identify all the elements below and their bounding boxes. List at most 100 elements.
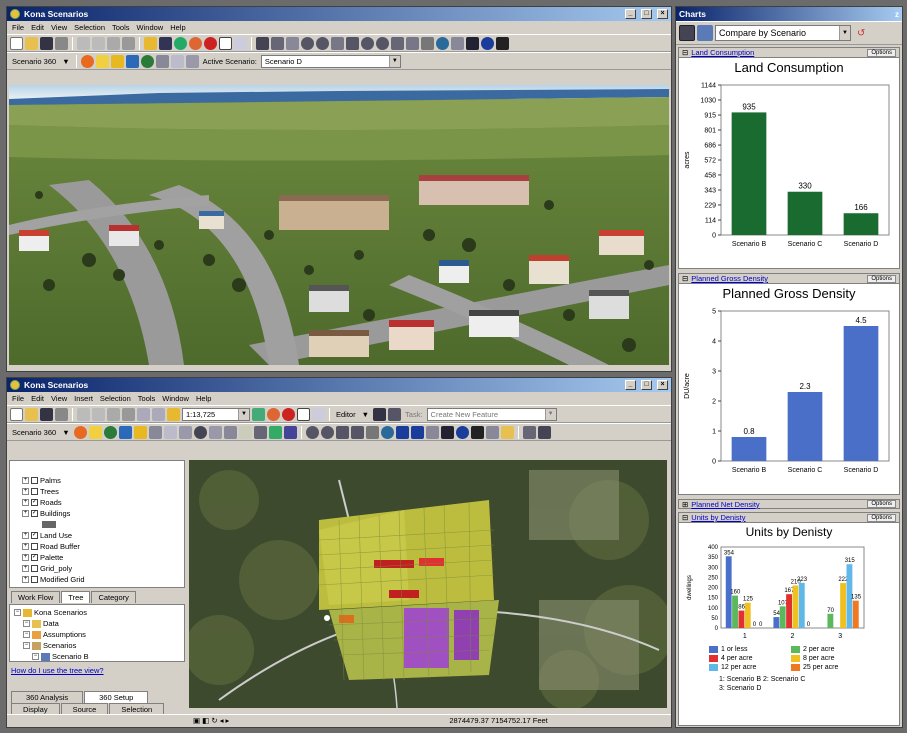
expand-icon[interactable]: + [22, 576, 29, 583]
measure-icon[interactable] [485, 425, 499, 439]
bar[interactable] [787, 191, 823, 235]
hand-icon[interactable] [421, 36, 434, 50]
identify-icon[interactable] [455, 425, 469, 439]
layer-item[interactable]: + Modified Grid [14, 574, 184, 585]
report-icon[interactable] [170, 54, 184, 68]
net-density-header[interactable]: ⊞ Planned Net Density Options [678, 499, 900, 509]
pan-icon[interactable] [365, 425, 379, 439]
expand-icon[interactable]: + [22, 543, 29, 550]
scene-icon[interactable] [159, 36, 172, 50]
close-button[interactable]: × [657, 380, 668, 390]
back-icon[interactable] [395, 425, 409, 439]
editor-toolbar-icon[interactable] [252, 407, 265, 421]
layer-item[interactable]: + Palms [14, 475, 184, 486]
center-icon[interactable] [286, 36, 299, 50]
bar[interactable] [779, 606, 786, 628]
map-marker[interactable] [324, 615, 330, 621]
task-combo[interactable]: Create New Feature ▼ [426, 407, 557, 421]
expand-icon[interactable]: − [23, 642, 30, 649]
paste-icon[interactable] [107, 407, 120, 421]
new-icon[interactable] [10, 407, 23, 421]
open-icon[interactable] [25, 407, 38, 421]
chart-1-section-label[interactable]: Land Consumption [691, 48, 754, 57]
add-data-icon[interactable] [167, 407, 180, 421]
expand-icon[interactable]: + [22, 477, 29, 484]
bar[interactable] [731, 437, 767, 461]
pointer-icon[interactable] [537, 425, 551, 439]
scenario-tree-item[interactable]: − Scenario B [14, 651, 184, 661]
menu-window[interactable]: Window [162, 394, 189, 403]
menu-insert[interactable]: Insert [74, 394, 93, 403]
layer-checkbox[interactable] [31, 488, 38, 495]
tab-360-analysis[interactable]: 360 Analysis [11, 691, 84, 703]
tab-360-setup[interactable]: 360 Setup [84, 691, 149, 703]
triangle-icon[interactable] [155, 54, 169, 68]
bulb-icon[interactable] [88, 425, 102, 439]
save-icon[interactable] [40, 407, 53, 421]
sun-icon[interactable] [80, 54, 94, 68]
bar[interactable] [843, 213, 879, 235]
sun-icon[interactable] [73, 425, 87, 439]
find-icon[interactable] [470, 425, 484, 439]
layer-checkbox[interactable]: ✓ [31, 532, 38, 539]
globe-icon[interactable] [174, 36, 187, 50]
full-extent-icon[interactable] [346, 36, 359, 50]
window-icon[interactable] [297, 407, 310, 421]
menu-edit[interactable]: Edit [31, 23, 44, 32]
menu-file[interactable]: File [12, 394, 24, 403]
copy-icon[interactable] [92, 407, 105, 421]
scenario-tree-item[interactable]: − Data [14, 618, 184, 629]
fixed-zoom-out-icon[interactable] [350, 425, 364, 439]
help-icon[interactable] [234, 36, 247, 50]
menu-help[interactable]: Help [170, 23, 185, 32]
expand-icon[interactable]: − [32, 653, 39, 660]
select-arrow-icon[interactable] [466, 36, 479, 50]
expand-icon[interactable]: + [22, 488, 29, 495]
editor-menu[interactable]: Editor [334, 410, 358, 419]
bar[interactable] [738, 610, 745, 628]
tab-category[interactable]: Category [91, 591, 136, 603]
chart-3-header[interactable]: ⊟ Units by Denisty Options [679, 513, 899, 523]
layer-checkbox[interactable]: ✓ [31, 510, 38, 517]
layer-item[interactable]: + ✓ Palette [14, 552, 184, 563]
chart-help-icon[interactable] [697, 25, 713, 41]
chart-3-section-label[interactable]: Units by Denisty [691, 513, 745, 522]
bar[interactable] [773, 617, 780, 628]
delete-icon[interactable] [122, 407, 135, 421]
collapse-icon[interactable]: ⊟ [682, 48, 688, 57]
undo-icon[interactable] [137, 407, 150, 421]
fly-icon[interactable] [271, 36, 284, 50]
combo-arrow-icon[interactable]: ▼ [388, 55, 400, 67]
menu-file[interactable]: File [12, 23, 24, 32]
expand-icon[interactable]: + [22, 532, 29, 539]
zoom-layer-icon[interactable] [361, 36, 374, 50]
chart-settings-icon[interactable] [679, 25, 695, 41]
dropdown-arrow-icon[interactable]: ▼ [60, 428, 71, 437]
sketch-tool-icon[interactable] [388, 407, 402, 421]
expand-icon[interactable]: − [23, 631, 30, 638]
bulb-icon[interactable] [95, 54, 109, 68]
close-button[interactable]: × [657, 9, 668, 19]
layer-checkbox[interactable] [31, 576, 38, 583]
window-icon[interactable] [219, 36, 232, 50]
menu-selection[interactable]: Selection [100, 394, 131, 403]
layer-item[interactable]: + ✓ Roads [14, 497, 184, 508]
options-button[interactable]: Options [867, 48, 896, 57]
charts-pin-icon[interactable]: z [895, 10, 899, 19]
zoom-out-icon[interactable] [320, 425, 334, 439]
3d-scene-view[interactable] [9, 85, 669, 365]
table-icon[interactable] [185, 54, 199, 68]
scenario-tree-item[interactable]: − Assumptions [14, 629, 184, 640]
editor-arrow-icon[interactable]: ▼ [360, 410, 371, 419]
forward-icon[interactable] [410, 425, 424, 439]
observer-icon[interactable] [406, 36, 419, 50]
find-icon[interactable] [496, 36, 509, 50]
menu-edit[interactable]: Edit [31, 394, 44, 403]
expand-icon[interactable]: + [22, 565, 29, 572]
chart-refresh-icon[interactable]: ↺ [857, 28, 865, 39]
chart-2-section-label[interactable]: Planned Gross Density [691, 274, 768, 283]
full-extent-icon[interactable] [380, 425, 394, 439]
tree-icon[interactable] [103, 425, 117, 439]
copy-icon[interactable] [92, 36, 105, 50]
collapse-icon[interactable]: ⊟ [682, 513, 688, 522]
